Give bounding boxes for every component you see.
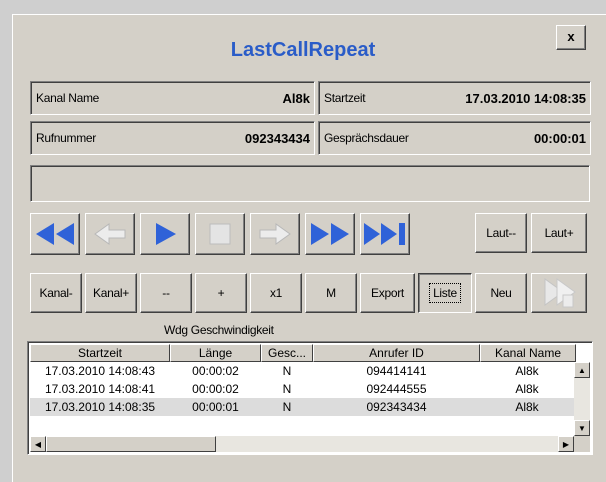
volume-down-button[interactable]: Laut-- bbox=[475, 213, 527, 253]
play-icon bbox=[156, 223, 176, 245]
cell-kanal-name: Al8k bbox=[515, 364, 539, 378]
cell-startzeit: 17.03.2010 14:08:43 bbox=[44, 364, 156, 378]
call-logo-icon bbox=[544, 278, 576, 308]
skip-end-button[interactable] bbox=[360, 213, 410, 255]
column-header-laenge[interactable]: Länge bbox=[170, 344, 261, 362]
column-header-anrufer-id[interactable]: Anrufer ID bbox=[313, 344, 480, 362]
table-row[interactable]: 17.03.2010 14:08:41 00:00:02 N 092444555… bbox=[30, 380, 574, 398]
scroll-right-arrow-icon[interactable]: ▶ bbox=[558, 436, 574, 452]
cell-anrufer-id: 094414141 bbox=[366, 364, 427, 378]
export-button[interactable]: Export bbox=[360, 273, 415, 313]
call-list[interactable]: Startzeit Länge Gesc... Anrufer ID Kanal… bbox=[27, 341, 593, 455]
cell-anrufer-id: 092343434 bbox=[366, 400, 427, 414]
call-list-rows: 17.03.2010 14:08:43 00:00:02 N 094414141… bbox=[30, 362, 574, 416]
column-header-startzeit[interactable]: Startzeit bbox=[30, 344, 170, 362]
vertical-scrollbar[interactable]: ▲ ▼ bbox=[574, 362, 590, 436]
table-row[interactable]: 17.03.2010 14:08:43 00:00:02 N 094414141… bbox=[30, 362, 574, 380]
call-list-header: Startzeit Länge Gesc... Anrufer ID Kanal… bbox=[30, 344, 576, 362]
volume-up-label: Laut+ bbox=[544, 226, 574, 240]
cell-gesc: N bbox=[282, 382, 292, 396]
speed-x1-button[interactable]: x1 bbox=[250, 273, 302, 313]
cell-gesc: N bbox=[282, 400, 292, 414]
speed-minus-button[interactable]: -- bbox=[140, 273, 192, 313]
rewind-button[interactable] bbox=[30, 213, 80, 255]
column-header-kanal-name[interactable]: Kanal Name bbox=[480, 344, 576, 362]
cell-laenge: 00:00:02 bbox=[192, 382, 239, 396]
kanal-name-value: Al8k bbox=[282, 90, 310, 106]
startzeit-value: 17.03.2010 14:08:35 bbox=[465, 90, 586, 106]
speed-minus-label: -- bbox=[162, 286, 170, 300]
stop-icon bbox=[209, 223, 231, 245]
kanal-plus-label: Kanal+ bbox=[93, 286, 129, 300]
scroll-left-arrow-icon[interactable]: ◀ bbox=[30, 436, 46, 452]
dauer-label: Gesprächsdauer bbox=[324, 131, 409, 145]
dauer-field: Gesprächsdauer 00:00:01 bbox=[318, 121, 591, 155]
kanal-name-label: Kanal Name bbox=[36, 91, 100, 105]
back-button[interactable] bbox=[85, 213, 135, 255]
disabled-logo-button[interactable] bbox=[531, 273, 587, 313]
speed-caption: Wdg Geschwindigkeit bbox=[164, 323, 274, 337]
rufnummer-value: 092343434 bbox=[244, 130, 310, 146]
cell-startzeit: 17.03.2010 14:08:35 bbox=[44, 400, 156, 414]
kanal-minus-label: Kanal- bbox=[39, 286, 73, 300]
cell-laenge: 00:00:01 bbox=[192, 400, 239, 414]
table-row-selected[interactable]: 17.03.2010 14:08:35 00:00:01 N 092343434… bbox=[30, 398, 574, 416]
play-button[interactable] bbox=[140, 213, 190, 255]
kanal-plus-button[interactable]: Kanal+ bbox=[85, 273, 137, 313]
last-call-repeat-window: LastCallRepeat x Kanal Name Al8k Startze… bbox=[12, 14, 606, 482]
column-header-gesc[interactable]: Gesc... bbox=[261, 344, 313, 362]
cell-kanal-name: Al8k bbox=[515, 382, 539, 396]
export-label: Export bbox=[371, 286, 404, 300]
kanal-name-field: Kanal Name Al8k bbox=[30, 81, 315, 115]
rufnummer-label: Rufnummer bbox=[36, 131, 96, 145]
window-title: LastCallRepeat bbox=[230, 39, 376, 61]
back-icon bbox=[94, 223, 126, 245]
m-label: M bbox=[326, 286, 336, 300]
status-bar bbox=[30, 165, 590, 202]
neu-label: Neu bbox=[490, 286, 512, 300]
fast-forward-button[interactable] bbox=[305, 213, 355, 255]
cell-anrufer-id: 092444555 bbox=[366, 382, 427, 396]
scroll-down-arrow-icon[interactable]: ▼ bbox=[574, 420, 590, 436]
close-button[interactable]: x bbox=[556, 25, 586, 50]
cell-laenge: 00:00:02 bbox=[192, 364, 239, 378]
cell-kanal-name: Al8k bbox=[515, 400, 539, 414]
speed-plus-label: + bbox=[217, 286, 225, 300]
liste-label: Liste bbox=[429, 283, 461, 303]
rewind-icon bbox=[36, 223, 74, 245]
cell-startzeit: 17.03.2010 14:08:41 bbox=[44, 382, 156, 396]
startzeit-label: Startzeit bbox=[324, 91, 366, 105]
dauer-value: 00:00:01 bbox=[533, 130, 586, 146]
rufnummer-field: Rufnummer 092343434 bbox=[30, 121, 315, 155]
volume-down-label: Laut-- bbox=[486, 226, 516, 240]
skip-end-icon bbox=[364, 223, 405, 245]
startzeit-field: Startzeit 17.03.2010 14:08:35 bbox=[318, 81, 591, 115]
forward-icon bbox=[259, 223, 291, 245]
scrollbar-corner bbox=[574, 436, 590, 452]
horizontal-scrollbar[interactable]: ◀ ▶ bbox=[30, 436, 574, 452]
liste-button[interactable]: Liste bbox=[418, 273, 472, 313]
fast-forward-icon bbox=[311, 223, 349, 245]
cell-gesc: N bbox=[282, 364, 292, 378]
kanal-minus-button[interactable]: Kanal- bbox=[30, 273, 82, 313]
m-button[interactable]: M bbox=[305, 273, 357, 313]
stop-button[interactable] bbox=[195, 213, 245, 255]
volume-up-button[interactable]: Laut+ bbox=[531, 213, 587, 253]
neu-button[interactable]: Neu bbox=[475, 273, 527, 313]
speed-plus-button[interactable]: + bbox=[195, 273, 247, 313]
forward-button[interactable] bbox=[250, 213, 300, 255]
horizontal-scroll-thumb[interactable] bbox=[46, 436, 216, 452]
speed-x1-label: x1 bbox=[269, 286, 283, 300]
scroll-up-arrow-icon[interactable]: ▲ bbox=[574, 362, 590, 378]
